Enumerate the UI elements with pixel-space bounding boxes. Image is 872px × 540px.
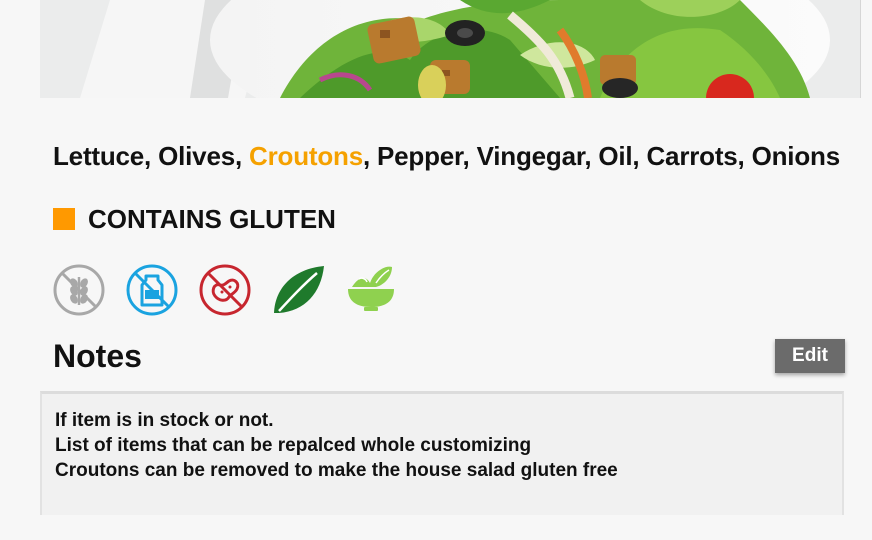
ingredient-highlighted: Croutons <box>249 141 363 171</box>
ingredients-text: Lettuce, Olives, <box>53 141 250 171</box>
salad-bowl-icon <box>348 266 394 311</box>
note-line: List of items that can be repalced whole… <box>55 435 532 456</box>
ingredients-text-rest: , Pepper, Vingegar, Oil, Carrots, Onions <box>362 141 840 171</box>
note-line: Croutons can be removed to make the hous… <box>55 460 618 481</box>
note-line: If item is in stock or not. <box>55 410 274 431</box>
nut-free-icon <box>199 264 251 316</box>
allergen-color-swatch <box>53 208 75 230</box>
salad-photo <box>40 0 861 98</box>
allergen-warning: CONTAINS GLUTEN <box>53 204 336 234</box>
edit-notes-button[interactable]: Edit <box>775 339 845 373</box>
vegan-leaf-icon <box>274 266 324 313</box>
allergen-label: CONTAINS GLUTEN <box>88 203 336 234</box>
gluten-free-icon <box>53 264 105 316</box>
notes-heading: Notes <box>53 338 142 374</box>
dairy-free-icon <box>126 264 178 316</box>
notes-text-area[interactable]: If item is in stock or not. List of item… <box>40 391 844 515</box>
ingredients-list: Lettuce, Olives, Croutons, Pepper, Vinge… <box>53 141 840 172</box>
diet-icons <box>52 263 417 317</box>
